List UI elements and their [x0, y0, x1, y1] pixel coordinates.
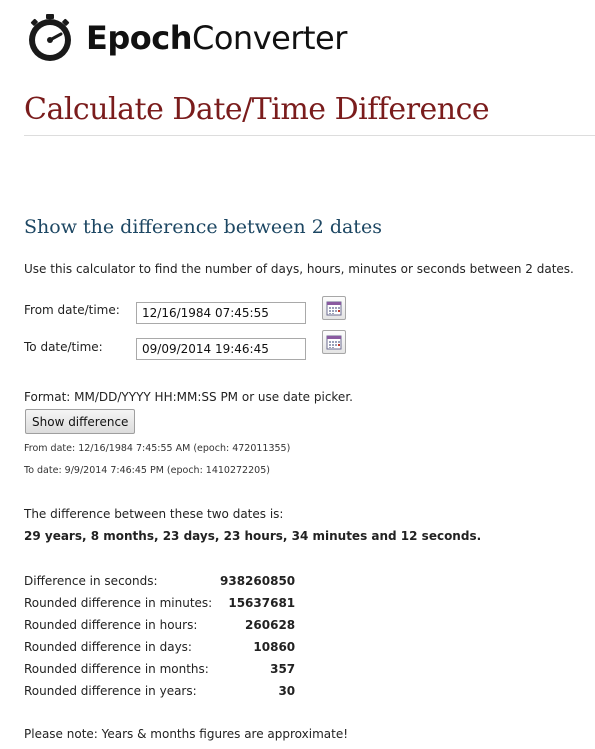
approximation-note: Please note: Years & months figures are … [24, 727, 349, 741]
row-value: 30 [278, 684, 296, 698]
intro-text: Use this calculator to find the number o… [24, 262, 574, 276]
row-label: Rounded difference in minutes: [24, 596, 213, 610]
table-row: Rounded difference in hours: 260628 [24, 614, 295, 636]
row-label: Rounded difference in days: [24, 640, 192, 654]
to-date-input[interactable] [136, 338, 306, 360]
row-label: Rounded difference in hours: [24, 618, 198, 632]
table-row: Rounded difference in years: 30 [24, 680, 295, 702]
row-label: Rounded difference in years: [24, 684, 197, 698]
difference-table: Difference in seconds: 938260850 Rounded… [24, 570, 295, 702]
to-date-result: To date: 9/9/2014 7:46:45 PM (epoch: 141… [24, 465, 270, 476]
difference-summary: 29 years, 8 months, 23 days, 23 hours, 3… [24, 529, 482, 543]
from-date-label: From date/time: [24, 303, 120, 317]
from-date-result: From date: 12/16/1984 7:45:55 AM (epoch:… [24, 443, 291, 454]
difference-intro: The difference between these two dates i… [24, 507, 284, 521]
format-note: Format: MM/DD/YYYY HH:MM:SS PM or use da… [24, 390, 353, 404]
title-divider [24, 135, 595, 136]
row-value: 15637681 [228, 596, 296, 610]
table-row: Rounded difference in days: 10860 [24, 636, 295, 658]
from-date-picker-button[interactable] [322, 296, 346, 320]
clock-icon [29, 14, 71, 61]
to-date-picker-button[interactable] [322, 330, 346, 354]
table-row: Rounded difference in minutes: 15637681 [24, 592, 295, 614]
row-label: Rounded difference in months: [24, 662, 209, 676]
section-title: Show the difference between 2 dates [24, 216, 382, 238]
page-title: Calculate Date/Time Difference [24, 92, 490, 127]
row-value: 260628 [245, 618, 296, 632]
to-date-label: To date/time: [24, 340, 103, 354]
calendar-icon [326, 301, 342, 316]
table-row: Difference in seconds: 938260850 [24, 570, 295, 592]
calendar-icon [326, 335, 342, 350]
row-value: 357 [270, 662, 296, 676]
row-value: 938260850 [220, 574, 296, 588]
site-logo[interactable]: EpochConverter [24, 12, 347, 64]
logo-text: EpochConverter [86, 19, 347, 57]
from-date-input[interactable] [136, 302, 306, 324]
row-value: 10860 [253, 640, 296, 654]
show-difference-button[interactable]: Show difference [25, 409, 136, 434]
table-row: Rounded difference in months: 357 [24, 658, 295, 680]
row-label: Difference in seconds: [24, 574, 158, 588]
